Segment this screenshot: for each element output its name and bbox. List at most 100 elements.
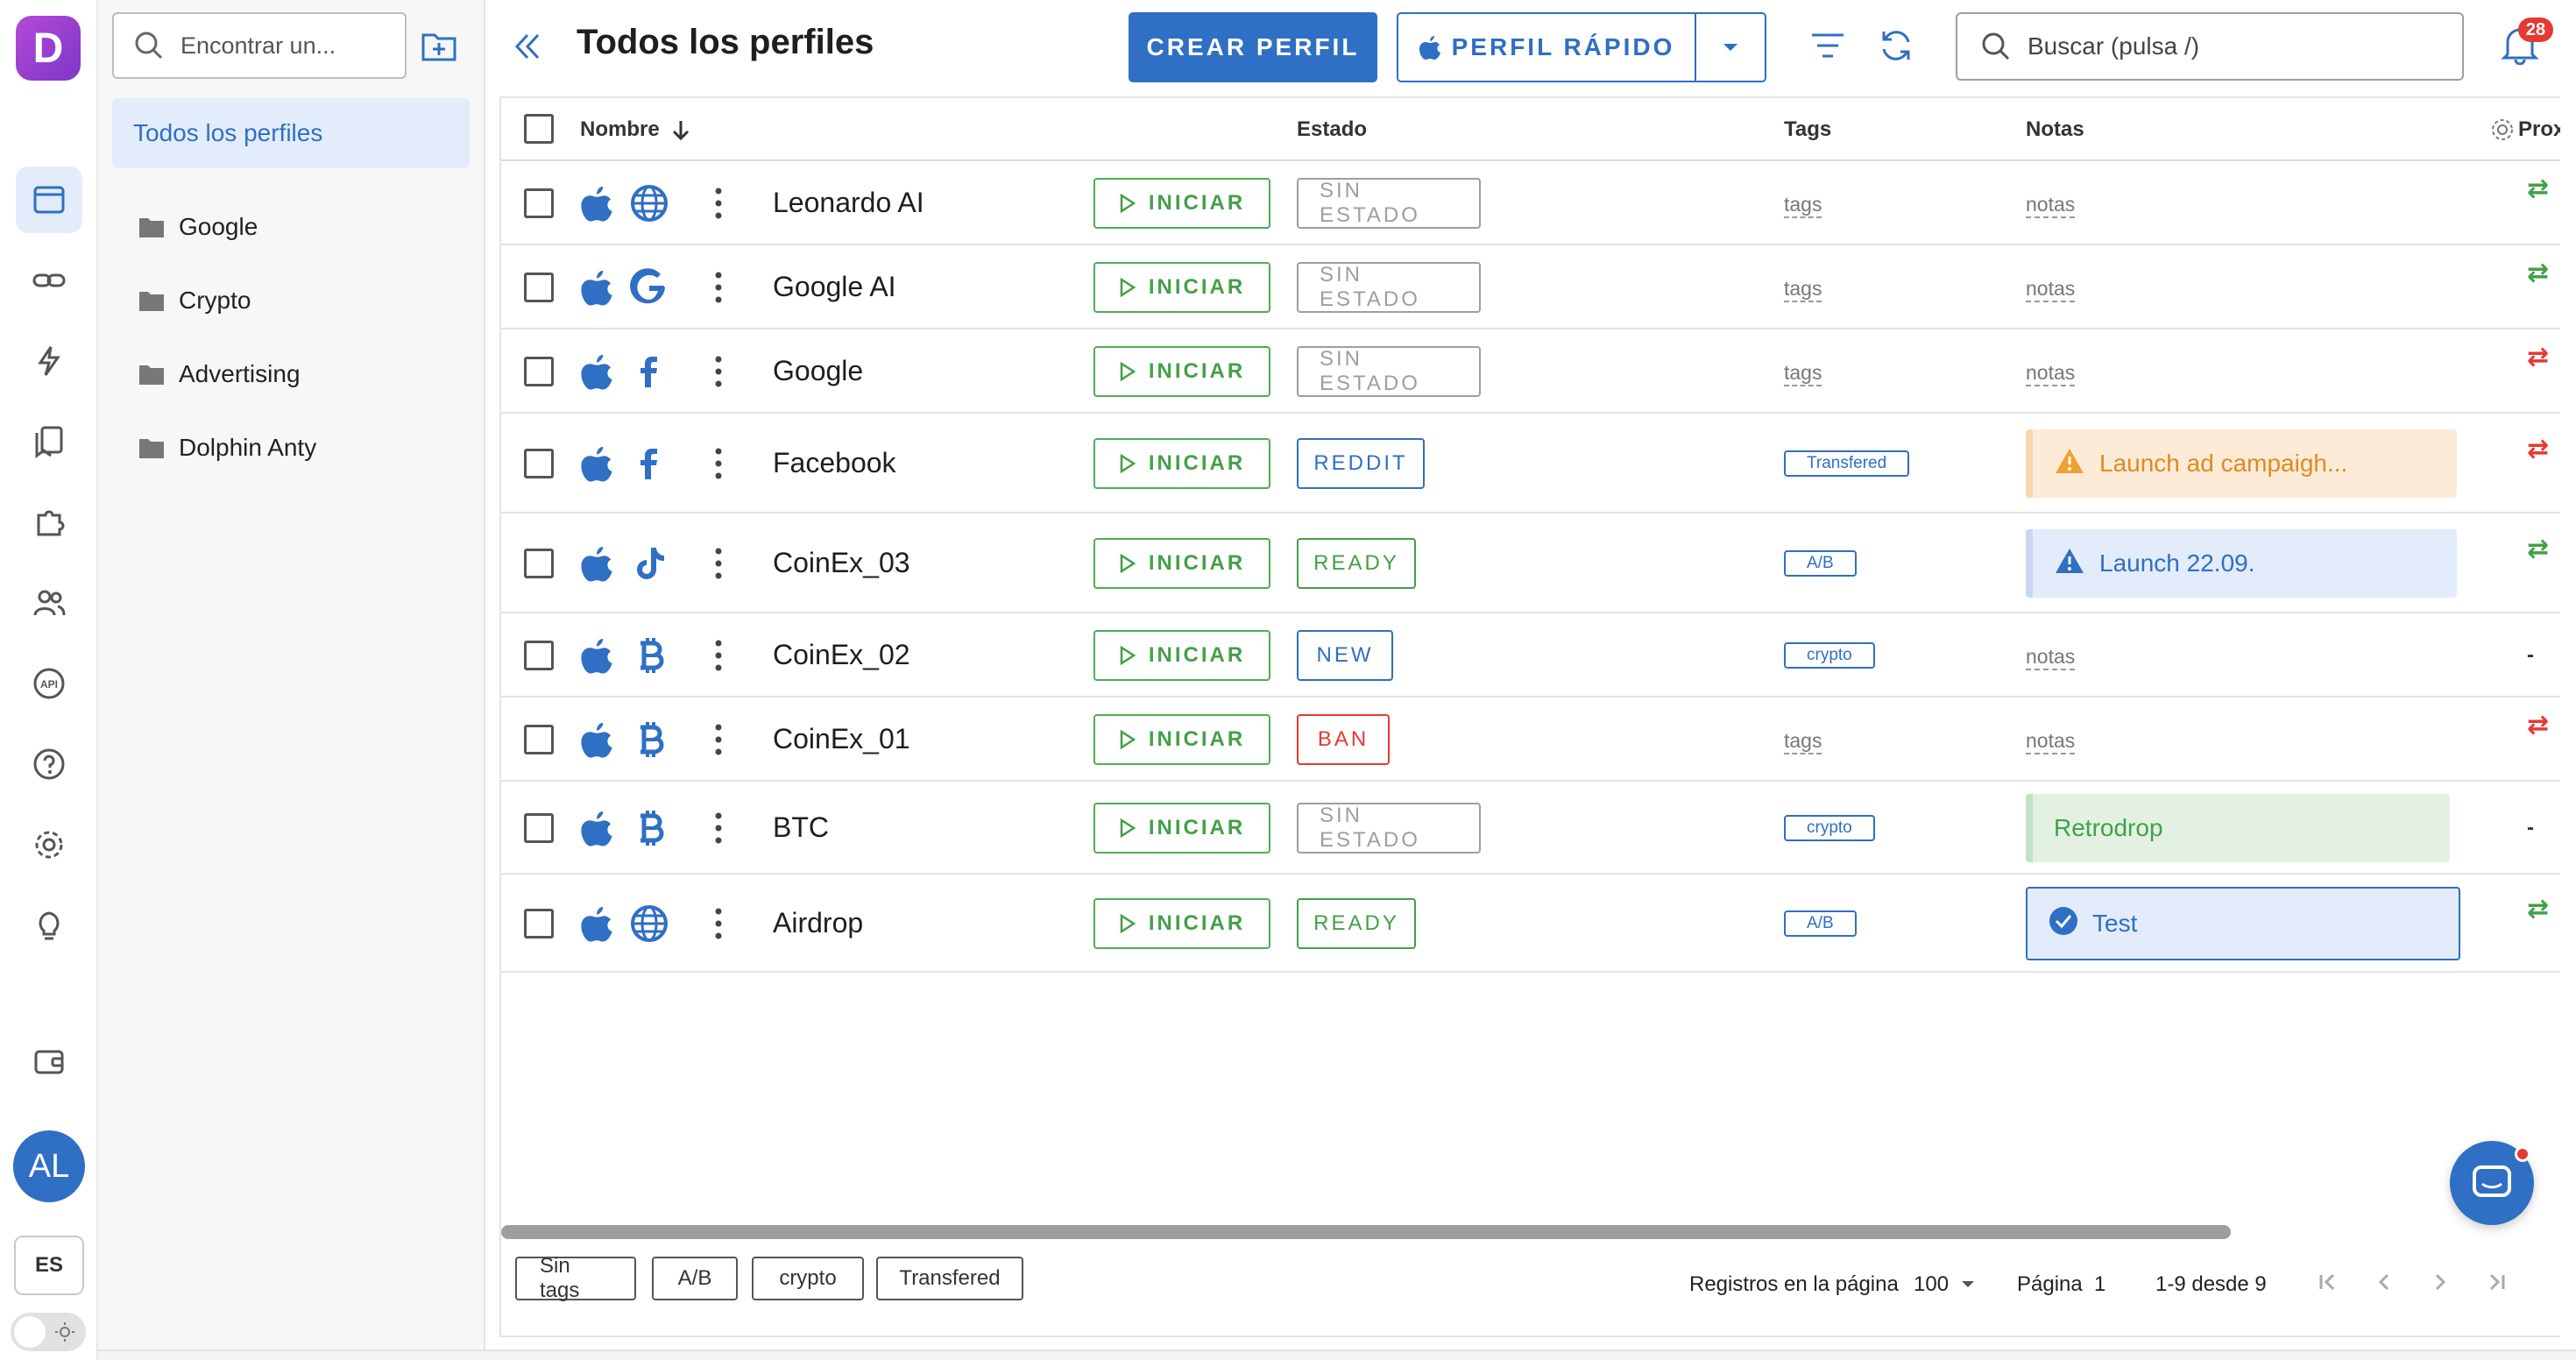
quick-profile-main[interactable]: PERFIL RÁPIDO [1398, 14, 1696, 81]
start-button[interactable]: INICIAR [1093, 630, 1270, 681]
folder-all-profiles[interactable]: Todos los perfiles [112, 98, 470, 168]
row-menu-button[interactable] [711, 354, 725, 389]
start-button[interactable]: INICIAR [1093, 714, 1270, 765]
global-search-input[interactable]: Buscar (pulsa /) [1956, 12, 2464, 81]
tags-link[interactable]: tags [1784, 193, 1822, 218]
tag-chip[interactable]: Transfered [1784, 450, 1910, 477]
filter-chip-ab[interactable]: A/B [652, 1257, 738, 1300]
row-checkbox[interactable] [524, 813, 554, 843]
automation-icon[interactable] [16, 328, 82, 394]
status-badge[interactable]: READY [1297, 538, 1416, 589]
user-avatar[interactable]: AL [13, 1130, 85, 1202]
start-button[interactable]: INICIAR [1093, 538, 1270, 589]
start-button[interactable]: INICIAR [1093, 438, 1270, 489]
row-checkbox[interactable] [524, 449, 554, 478]
notes-link[interactable]: notas [2026, 277, 2076, 302]
wallet-icon[interactable] [16, 1027, 82, 1094]
start-button[interactable]: INICIAR [1093, 346, 1270, 397]
row-menu-button[interactable] [711, 906, 725, 941]
add-folder-button[interactable] [414, 21, 464, 72]
status-badge[interactable]: SIN ESTADO [1297, 178, 1481, 229]
tags-link[interactable]: tags [1784, 729, 1822, 754]
proxy-indicator[interactable]: ⇄ [2527, 342, 2549, 372]
last-page-button[interactable] [2483, 1269, 2509, 1300]
proxy-indicator[interactable]: ⇄ [2527, 894, 2549, 924]
proxy-indicator[interactable]: - [2527, 643, 2534, 668]
tag-chip[interactable]: A/B [1784, 910, 1857, 937]
proxy-indicator[interactable]: ⇄ [2527, 534, 2549, 564]
row-menu-button[interactable] [711, 638, 725, 673]
tag-chip[interactable]: crypto [1784, 642, 1875, 669]
notes-link[interactable]: notas [2026, 193, 2076, 218]
select-all-checkbox[interactable] [524, 114, 554, 144]
row-checkbox[interactable] [524, 273, 554, 302]
extensions-icon[interactable] [16, 489, 82, 556]
note-card[interactable]: Launch ad campaigh... [2026, 429, 2457, 498]
column-tags-header[interactable]: Tags [1784, 117, 1831, 142]
table-row[interactable]: Leonardo AI INICIAR SIN ESTADO tags notas ⇄ [501, 161, 2560, 245]
start-button[interactable]: INICIAR [1093, 898, 1270, 949]
row-checkbox[interactable] [524, 357, 554, 386]
folder-item-dolphin-anty[interactable]: Dolphin Anty [138, 426, 316, 470]
row-menu-button[interactable] [711, 446, 725, 481]
tag-chip[interactable]: A/B [1784, 550, 1857, 577]
profile-name[interactable]: Google AI [773, 271, 896, 303]
folder-search-input[interactable]: Encontrar un... [112, 12, 407, 79]
table-row[interactable]: CoinEx_01 INICIAR BAN tags notas ⇄ [501, 698, 2560, 782]
row-menu-button[interactable] [711, 270, 725, 305]
proxy-indicator[interactable]: ⇄ [2527, 710, 2549, 740]
status-badge[interactable]: NEW [1297, 630, 1393, 681]
column-name-header[interactable]: Nombre [580, 117, 693, 142]
status-badge[interactable]: REDDIT [1297, 438, 1425, 489]
notes-link[interactable]: notas [2026, 729, 2076, 754]
table-row[interactable]: CoinEx_03 INICIAR READY A/B Launch 22.09. ⇄ [501, 514, 2560, 613]
profile-name[interactable]: CoinEx_01 [773, 723, 910, 755]
table-row[interactable]: Google INICIAR SIN ESTADO tags notas ⇄ [501, 329, 2560, 414]
profile-name[interactable]: Leonardo AI [773, 187, 924, 219]
api-icon[interactable]: API [16, 650, 82, 717]
table-row[interactable]: Airdrop INICIAR READY A/B Test ⇄ [501, 875, 2560, 973]
column-proxy-header[interactable]: Prox [2490, 117, 2560, 142]
row-checkbox[interactable] [524, 909, 554, 939]
start-button[interactable]: INICIAR [1093, 262, 1270, 313]
app-logo[interactable]: D [16, 16, 81, 81]
profile-name[interactable]: Google [773, 355, 863, 387]
status-badge[interactable]: BAN [1297, 714, 1390, 765]
folder-item-google[interactable]: Google [138, 205, 258, 249]
row-menu-button[interactable] [711, 722, 725, 757]
note-card[interactable]: Test [2026, 887, 2460, 960]
notes-link[interactable]: notas [2026, 361, 2076, 386]
team-icon[interactable] [16, 570, 82, 636]
table-row[interactable]: BTC INICIAR SIN ESTADO crypto Retrodrop - [501, 782, 2560, 875]
profile-name[interactable]: Facebook [773, 447, 896, 479]
start-button[interactable]: INICIAR [1093, 178, 1270, 229]
table-row[interactable]: Facebook INICIAR REDDIT Transfered Launch ad… [501, 414, 2560, 514]
first-page-button[interactable] [2315, 1269, 2341, 1300]
language-button[interactable]: ES [14, 1236, 84, 1295]
status-badge[interactable]: READY [1297, 898, 1416, 949]
folder-item-advertising[interactable]: Advertising [138, 352, 301, 396]
bookmarks-icon[interactable] [16, 408, 82, 475]
row-checkbox[interactable] [524, 641, 554, 670]
column-notes-header[interactable]: Notas [2026, 117, 2084, 142]
row-menu-button[interactable] [711, 811, 725, 846]
notes-link[interactable]: notas [2026, 645, 2076, 670]
tags-link[interactable]: tags [1784, 361, 1822, 386]
note-card[interactable]: Retrodrop [2026, 794, 2450, 862]
column-status-header[interactable]: Estado [1297, 117, 1367, 142]
status-badge[interactable]: SIN ESTADO [1297, 803, 1481, 854]
quick-profile-button[interactable]: PERFIL RÁPIDO [1397, 12, 1766, 82]
settings-icon[interactable] [16, 811, 82, 878]
row-menu-button[interactable] [711, 546, 725, 581]
row-checkbox[interactable] [524, 188, 554, 218]
proxy-indicator[interactable]: ⇄ [2527, 174, 2549, 204]
theme-toggle[interactable] [11, 1313, 86, 1351]
row-checkbox[interactable] [524, 549, 554, 578]
prev-page-button[interactable] [2371, 1269, 2397, 1300]
status-badge[interactable]: SIN ESTADO [1297, 262, 1481, 313]
rows-per-page-select[interactable]: 100 [1914, 1272, 1975, 1297]
start-button[interactable]: INICIAR [1093, 803, 1270, 854]
collapse-panel-button[interactable] [510, 25, 545, 73]
proxy-indicator[interactable]: ⇄ [2527, 258, 2549, 288]
proxy-indicator[interactable]: - [2527, 816, 2534, 840]
